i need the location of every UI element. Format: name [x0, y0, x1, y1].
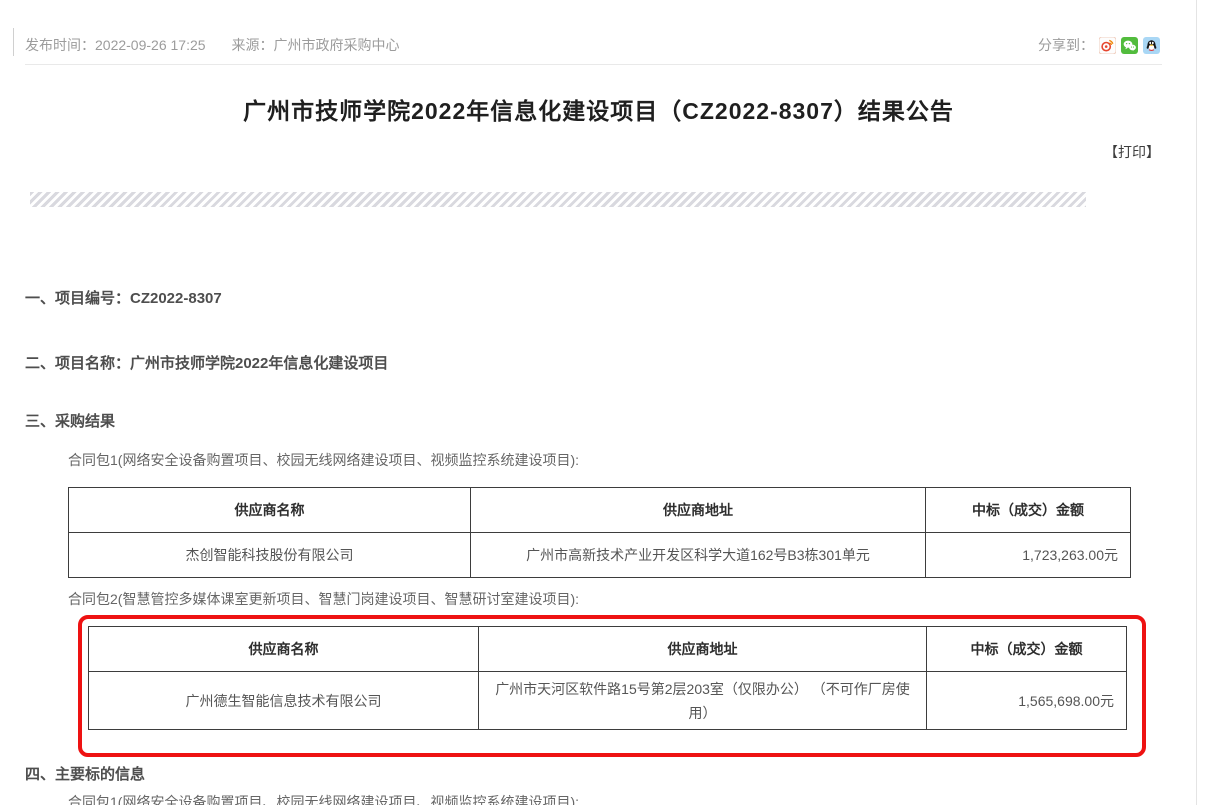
package1-intro: 合同包1(网络安全设备购置项目、校园无线网络建设项目、视频监控系统建设项目): [68, 450, 579, 470]
page-title: 广州市技师学院2022年信息化建设项目（CZ2022-8307）结果公告 [0, 92, 1197, 126]
award-amount-cell: 1,723,263.00元 [926, 533, 1131, 578]
table-row: 杰创智能科技股份有限公司 广州市高新技术产业开发区科学大道162号B3栋301单… [69, 533, 1131, 578]
hatched-divider [30, 192, 1086, 207]
section-project-name: 二、项目名称：广州市技师学院2022年信息化建设项目 [25, 352, 388, 373]
source-label: 来源： [232, 37, 274, 53]
weibo-icon[interactable] [1099, 37, 1116, 54]
package1-intro-clipped: 合同包1(网络安全设备购置项目、校园无线网络建设项目、视频监控系统建设项目): [68, 792, 579, 805]
source-value: 广州市政府采购中心 [274, 37, 400, 53]
col-supplier-name: 供应商名称 [69, 488, 471, 533]
package1-result-table: 供应商名称 供应商地址 中标（成交）金额 杰创智能科技股份有限公司 广州市高新技… [68, 487, 1131, 578]
col-award-amount: 中标（成交）金额 [926, 488, 1131, 533]
package2-result-table: 供应商名称 供应商地址 中标（成交）金额 广州德生智能信息技术有限公司 广州市天… [88, 626, 1127, 730]
left-edge-tick [13, 28, 14, 56]
section-project-number: 一、项目编号：CZ2022-8307 [25, 287, 222, 308]
share-bar: 分享到： [1038, 35, 1160, 55]
supplier-name-cell: 广州德生智能信息技术有限公司 [89, 672, 479, 730]
table-header-row: 供应商名称 供应商地址 中标（成交）金额 [69, 488, 1131, 533]
col-supplier-address: 供应商地址 [479, 627, 927, 672]
wechat-icon[interactable] [1121, 37, 1138, 54]
announcement-page: 发布时间：2022-09-26 17:25 来源：广州市政府采购中心 分享到： [0, 0, 1218, 805]
section-procurement-result: 三、采购结果 [25, 410, 115, 431]
supplier-address-cell: 广州市高新技术产业开发区科学大道162号B3栋301单元 [471, 533, 926, 578]
publish-meta: 发布时间：2022-09-26 17:25 来源：广州市政府采购中心 [25, 35, 400, 55]
supplier-address-cell: 广州市天河区软件路15号第2层203室（仅限办公） （不可作厂房使用） [479, 672, 927, 730]
col-supplier-address: 供应商地址 [471, 488, 926, 533]
share-label: 分享到： [1038, 35, 1094, 55]
award-amount-cell: 1,565,698.00元 [927, 672, 1127, 730]
package2-intro: 合同包2(智慧管控多媒体课室更新项目、智慧门岗建设项目、智慧研讨室建设项目): [68, 589, 579, 609]
header-divider [25, 64, 1162, 65]
qq-icon[interactable] [1143, 37, 1160, 54]
print-button[interactable]: 【打印】 [1104, 142, 1160, 162]
supplier-name-cell: 杰创智能科技股份有限公司 [69, 533, 471, 578]
publish-time-value: 2022-09-26 17:25 [95, 37, 206, 53]
col-award-amount: 中标（成交）金额 [927, 627, 1127, 672]
section-main-subject-info: 四、主要标的信息 [25, 763, 145, 784]
table-row: 广州德生智能信息技术有限公司 广州市天河区软件路15号第2层203室（仅限办公）… [89, 672, 1127, 730]
publish-time-label: 发布时间： [25, 37, 95, 53]
table-header-row: 供应商名称 供应商地址 中标（成交）金额 [89, 627, 1127, 672]
col-supplier-name: 供应商名称 [89, 627, 479, 672]
